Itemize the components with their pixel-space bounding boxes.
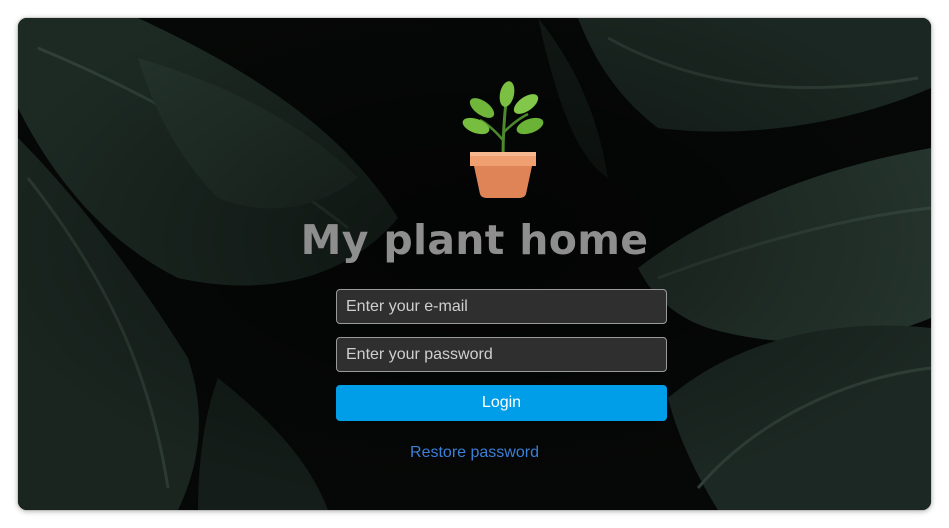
potted-plant-icon bbox=[462, 81, 544, 198]
password-input[interactable] bbox=[336, 337, 667, 372]
app-title: My plant home bbox=[300, 216, 649, 264]
app-window: My plant home Login Restore password bbox=[18, 18, 931, 510]
login-button[interactable]: Login bbox=[336, 385, 667, 421]
email-input[interactable] bbox=[336, 289, 667, 324]
restore-password-link[interactable]: Restore password bbox=[18, 444, 931, 462]
login-panel: My plant home Login Restore password bbox=[18, 18, 931, 510]
